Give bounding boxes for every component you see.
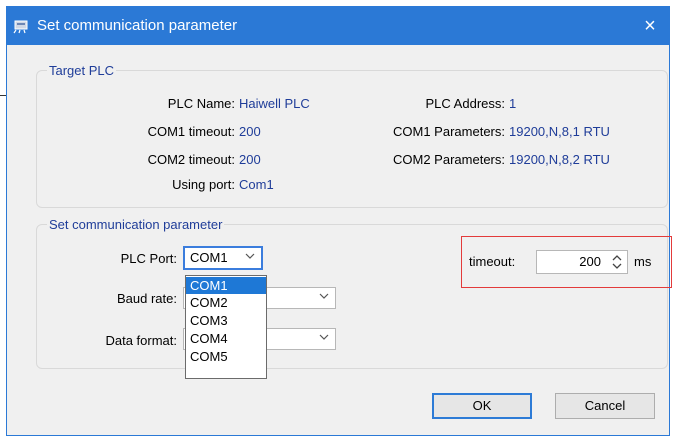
port-option-com5[interactable]: COM5: [186, 348, 266, 365]
close-icon: ×: [644, 15, 656, 37]
port-option-com1[interactable]: COM1: [186, 277, 266, 294]
using-port-value: Com1: [239, 177, 274, 192]
timeout-unit: ms: [634, 254, 652, 269]
timeout-value: 200: [579, 254, 601, 269]
com1-timeout-label: COM1 timeout:: [147, 124, 235, 139]
plc-port-select[interactable]: COM1: [183, 246, 263, 270]
title-bar[interactable]: Set communication parameter ×: [7, 7, 669, 45]
set-parameter-legend: Set communication parameter: [49, 217, 223, 232]
com2-params-label: COM2 Parameters:: [393, 152, 505, 167]
using-port-label: Using port:: [172, 177, 235, 192]
port-option-com2[interactable]: COM2: [186, 294, 266, 311]
com2-timeout-value: 200: [239, 152, 261, 167]
com1-timeout-value: 200: [239, 124, 261, 139]
chevron-down-icon: [319, 293, 329, 299]
dialog-window: Set communication parameter × Target PLC…: [6, 6, 672, 436]
plc-address-value: 1: [509, 96, 517, 111]
port-option-com4[interactable]: COM4: [186, 330, 266, 347]
target-plc-legend: Target PLC: [49, 63, 115, 78]
com1-params-value: 19200,N,8,1 RTU: [509, 124, 610, 139]
plc-port-label: PLC Port:: [120, 251, 177, 266]
data-format-label: Data format:: [105, 333, 177, 348]
chevron-down-icon: [319, 334, 329, 340]
ok-button[interactable]: OK: [432, 393, 532, 419]
plc-name-label: PLC Name:: [167, 96, 235, 111]
cancel-button[interactable]: Cancel: [555, 393, 655, 419]
port-option-com3[interactable]: COM3: [186, 312, 266, 329]
com2-params-value: 19200,N,8,2 RTU: [509, 152, 610, 167]
plc-address-label: PLC Address:: [425, 96, 506, 111]
com1-params-label: COM1 Parameters:: [393, 124, 505, 139]
baud-rate-label: Baud rate:: [117, 291, 177, 306]
plc-port-value: COM1: [190, 250, 228, 265]
timeout-label: timeout:: [469, 254, 516, 269]
spinner-arrows-icon[interactable]: [609, 253, 625, 271]
com2-timeout-label: COM2 timeout:: [147, 152, 235, 167]
chevron-down-icon: [245, 253, 255, 259]
plc-port-dropdown-list: COM1 COM2 COM3 COM4 COM5: [185, 275, 267, 379]
plc-app-icon: [13, 20, 28, 34]
plc-name-value: Haiwell PLC: [239, 96, 310, 111]
timeout-spinner[interactable]: 200: [536, 250, 628, 274]
close-button[interactable]: ×: [631, 7, 669, 45]
dialog-title: Set communication parameter: [37, 17, 238, 34]
